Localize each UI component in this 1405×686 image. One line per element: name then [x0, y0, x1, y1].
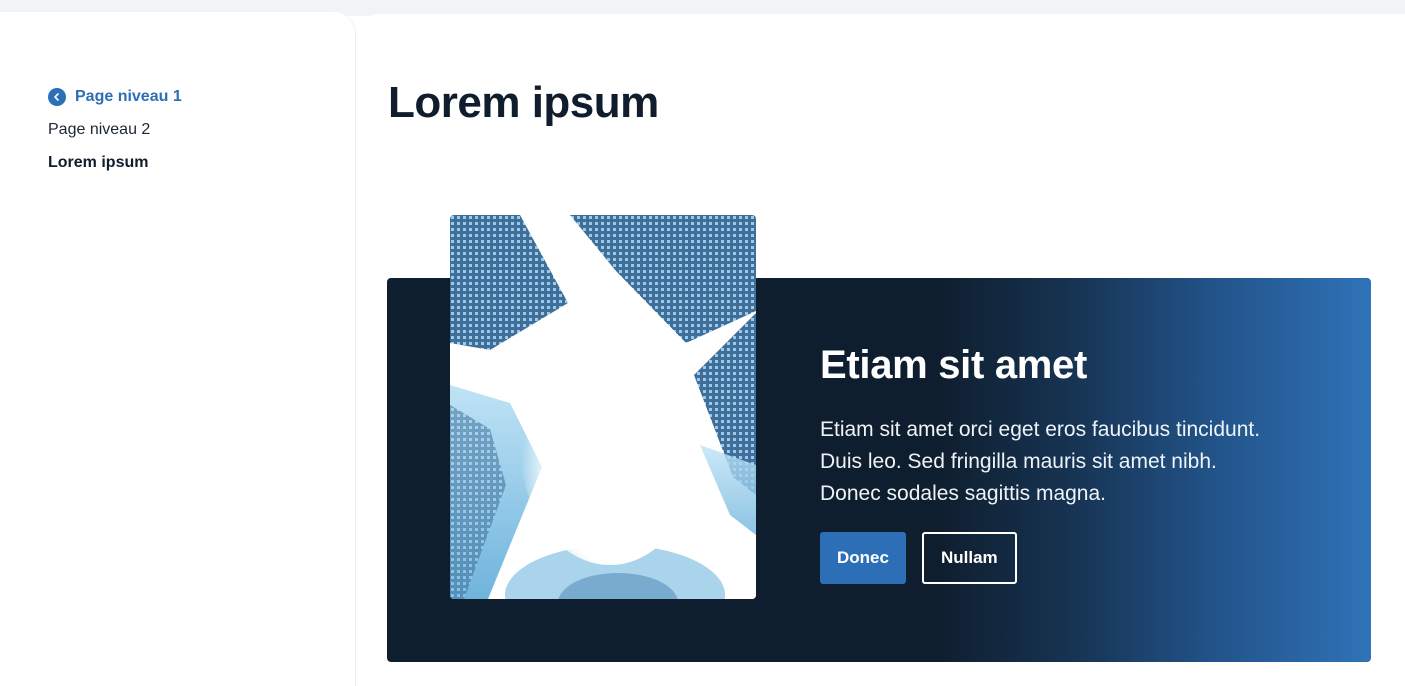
page-title: Lorem ipsum	[388, 78, 659, 127]
hero-description: Etiam sit amet orci eget eros faucibus t…	[820, 418, 1261, 505]
breadcrumb-item-level-1-label: Page niveau 1	[75, 87, 182, 105]
hero-image	[450, 215, 756, 599]
chevron-left-icon	[48, 87, 66, 106]
breadcrumb-item-level-2[interactable]: Page niveau 2	[48, 113, 182, 146]
hero-button-group: Donec Nullam	[820, 532, 1280, 584]
nullam-button[interactable]: Nullam	[921, 532, 1017, 584]
hero-title: Etiam sit amet	[820, 343, 1088, 387]
donec-button[interactable]: Donec	[820, 532, 906, 584]
breadcrumb-item-current: Lorem ipsum	[48, 153, 149, 171]
breadcrumb-back-link[interactable]: Page niveau 1	[48, 80, 182, 113]
hero-content: Etiam sit amet Etiam sit amet orci eget …	[820, 340, 1280, 584]
page: Page niveau 1 Page niveau 2 Lorem ipsum …	[0, 0, 1405, 686]
breadcrumb: Page niveau 1 Page niveau 2 Lorem ipsum	[48, 80, 182, 179]
